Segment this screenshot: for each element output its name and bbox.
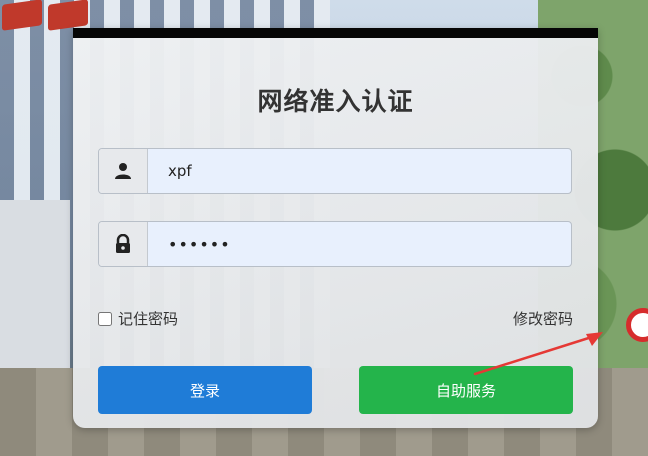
- page-title: 网络准入认证: [257, 87, 414, 116]
- self-service-button[interactable]: 自助服务: [359, 366, 573, 414]
- login-button[interactable]: 登录: [98, 366, 312, 414]
- password-input[interactable]: [148, 222, 571, 266]
- remember-label: 记住密码: [118, 310, 179, 328]
- username-input[interactable]: [148, 149, 571, 193]
- username-field[interactable]: [98, 148, 572, 194]
- change-password-link[interactable]: 修改密码: [513, 308, 573, 329]
- remember-password[interactable]: 记住密码: [98, 308, 178, 329]
- building-lower: [0, 200, 70, 380]
- login-card: 网络准入认证 记住密码 修改密码 登录 自助服务: [73, 28, 603, 428]
- lock-icon: [99, 222, 148, 266]
- user-icon: [99, 149, 148, 193]
- remember-checkbox[interactable]: [98, 311, 112, 326]
- password-field[interactable]: [98, 221, 572, 267]
